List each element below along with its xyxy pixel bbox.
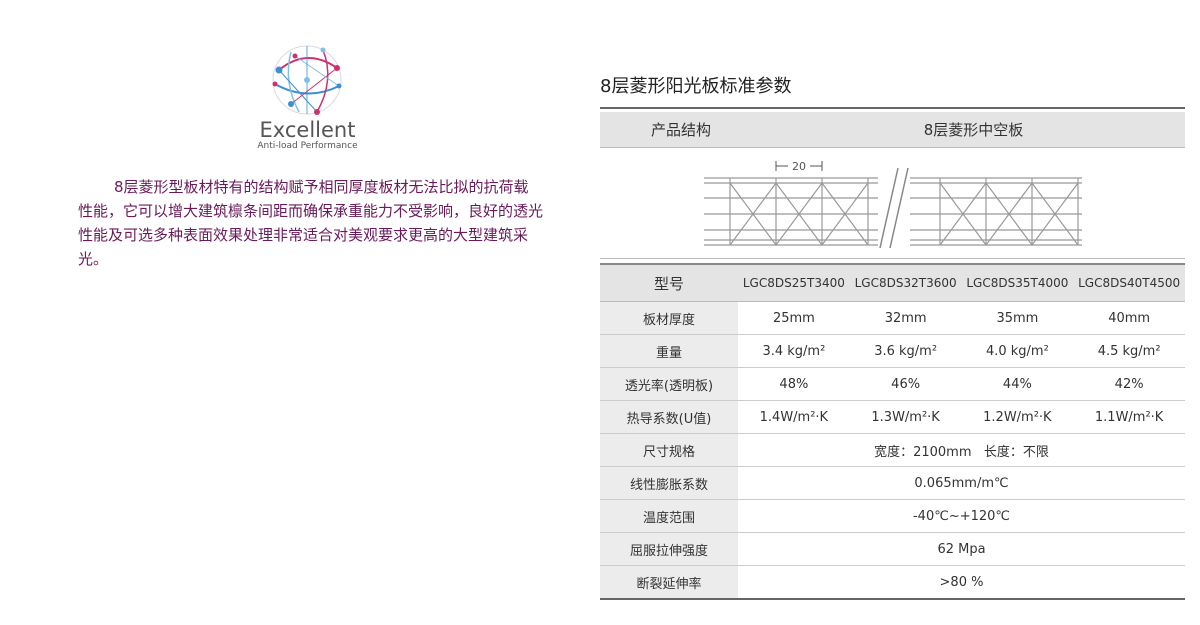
table-header-row: 型号 LGC8DS25T3400 LGC8DS32T3600 LGC8DS35T…	[600, 263, 1185, 302]
model-name: LGC8DS25T3400	[738, 263, 850, 302]
table-row: 断裂延伸率 >80 %	[600, 565, 1185, 600]
model-name: LGC8DS40T4500	[1073, 263, 1185, 302]
cross-section-diagram: 20	[600, 147, 1185, 259]
table-row: 重量 3.4 kg/m² 3.6 kg/m² 4.0 kg/m² 4.5 kg/…	[600, 334, 1185, 368]
cell-value: -40℃~+120℃	[738, 499, 1185, 533]
cell-value: 4.0 kg/m²	[961, 334, 1074, 368]
cell-value: 4.5 kg/m²	[1073, 334, 1185, 368]
table-row: 尺寸规格 宽度：2100mm 长度：不限	[600, 433, 1185, 467]
row-label: 透光率(透明板)	[600, 367, 738, 401]
cell-value: >80 %	[738, 565, 1185, 600]
cell-value: 32mm	[849, 301, 962, 335]
row-label: 重量	[600, 334, 738, 368]
structure-value: 8层菱形中空板	[762, 112, 1185, 147]
logo-title: Excellent	[259, 118, 356, 142]
logo-subtitle: Anti-load Performance	[257, 141, 358, 151]
cell-value: 35mm	[961, 301, 1074, 335]
cell-value: 1.4W/m²·K	[738, 400, 850, 434]
excellent-logo: Excellent Anti-load Performance	[245, 42, 370, 154]
table-row: 透光率(透明板) 48% 46% 44% 42%	[600, 367, 1185, 401]
model-name: LGC8DS32T3600	[849, 263, 962, 302]
cell-value: 44%	[961, 367, 1074, 401]
cell-value: 宽度：2100mm 长度：不限	[738, 433, 1185, 467]
row-label: 屈服拉伸强度	[600, 532, 738, 566]
row-label: 板材厚度	[600, 301, 738, 335]
row-label: 热导系数(U值)	[600, 400, 738, 434]
cell-value: 0.065mm/m℃	[738, 466, 1185, 500]
structure-label: 产品结构	[600, 112, 762, 147]
cell-value: 40mm	[1073, 301, 1185, 335]
cell-value: 1.1W/m²·K	[1073, 400, 1185, 434]
spec-title: 8层菱形阳光板标准参数	[600, 76, 792, 97]
spec-table: 型号 LGC8DS25T3400 LGC8DS32T3600 LGC8DS35T…	[600, 263, 1185, 600]
cell-value: 1.3W/m²·K	[849, 400, 962, 434]
row-label: 断裂延伸率	[600, 565, 738, 600]
cell-value: 42%	[1073, 367, 1185, 401]
product-description: 8层菱形型板材特有的结构赋予相同厚度板材无法比拟的抗荷载性能，它可以增大建筑檩条…	[78, 178, 544, 268]
network-sphere-icon	[272, 45, 342, 115]
cell-value: 25mm	[738, 301, 850, 335]
title-divider	[600, 107, 1185, 109]
row-label: 线性膨胀系数	[600, 466, 738, 500]
table-row: 板材厚度 25mm 32mm 35mm 40mm	[600, 301, 1185, 335]
cell-value: 1.2W/m²·K	[961, 400, 1074, 434]
cell-value: 62 Mpa	[738, 532, 1185, 566]
row-label: 温度范围	[600, 499, 738, 533]
table-row: 线性膨胀系数 0.065mm/m℃	[600, 466, 1185, 500]
cell-value: 3.4 kg/m²	[738, 334, 850, 368]
table-row: 屈服拉伸强度 62 Mpa	[600, 532, 1185, 566]
structure-header-table: 产品结构 8层菱形中空板	[600, 112, 1185, 147]
table-row: 热导系数(U值) 1.4W/m²·K 1.3W/m²·K 1.2W/m²·K 1…	[600, 400, 1185, 434]
cell-value: 46%	[849, 367, 962, 401]
dimension-label: 20	[792, 160, 806, 173]
table-row: 温度范围 -40℃~+120℃	[600, 499, 1185, 533]
cell-value: 3.6 kg/m²	[849, 334, 962, 368]
cell-value: 48%	[738, 367, 850, 401]
row-label: 尺寸规格	[600, 433, 738, 467]
model-label: 型号	[600, 263, 738, 302]
model-name: LGC8DS35T4000	[961, 263, 1074, 302]
